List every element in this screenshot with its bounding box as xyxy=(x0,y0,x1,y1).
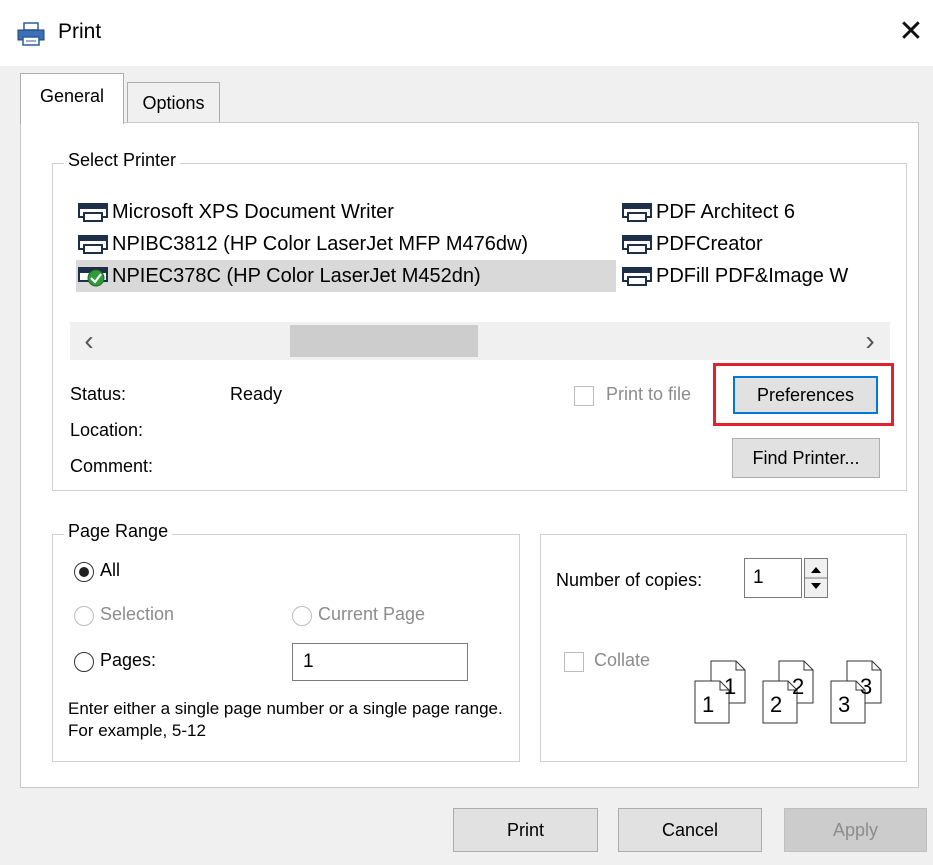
collate-pair-2: 2 2 xyxy=(756,660,818,724)
printer-list-scrollbar[interactable] xyxy=(70,322,890,360)
comment-label: Comment: xyxy=(70,456,154,476)
scroll-left-icon[interactable]: ‹ xyxy=(74,322,104,360)
print-to-file-checkbox[interactable] xyxy=(574,386,594,406)
collate-checkbox[interactable] xyxy=(564,652,584,672)
apply-button[interactable]: Apply xyxy=(784,808,927,852)
status-value: Ready xyxy=(230,384,283,404)
all-label: All xyxy=(100,560,121,580)
printer-icon xyxy=(78,235,108,254)
all-radio[interactable] xyxy=(74,562,94,582)
selection-label: Selection xyxy=(100,604,175,624)
page-number: 3 xyxy=(838,692,851,717)
printer-item-pdfill[interactable]: PDFill PDF&Image W xyxy=(620,260,848,292)
copies-group xyxy=(540,534,907,762)
page-range-hint: Enter either a single page number or a s… xyxy=(68,699,503,740)
current-page-label: Current Page xyxy=(318,604,426,624)
pages-input[interactable]: 1 xyxy=(292,643,468,681)
page-number: 1 xyxy=(724,674,737,699)
printer-name: PDF Architect 6 xyxy=(656,201,795,223)
page-range-legend: Page Range xyxy=(64,521,173,542)
tab-options[interactable]: Options xyxy=(127,82,220,122)
current-page-radio[interactable] xyxy=(292,606,312,626)
printer-name: PDFill PDF&Image W xyxy=(656,265,849,287)
status-label: Status: xyxy=(70,384,127,404)
preferences-button[interactable]: Preferences xyxy=(733,376,878,414)
printer-item-microsoft-xps[interactable]: Microsoft XPS Document Writer xyxy=(76,196,616,228)
page-number: 1 xyxy=(702,692,715,717)
find-printer-button[interactable]: Find Printer... xyxy=(732,438,880,478)
window-title: Print xyxy=(58,20,102,43)
copies-label: Number of copies: xyxy=(556,570,703,590)
collate-pair-1: 1 1 xyxy=(688,660,750,724)
printer-icon xyxy=(622,235,652,254)
page-number: 2 xyxy=(770,692,783,717)
print-to-file-label: Print to file xyxy=(606,384,692,404)
printer-item-npibc3812[interactable]: NPIBC3812 (HP Color LaserJet MFP M476dw) xyxy=(76,228,616,260)
printer-icon xyxy=(622,203,652,222)
page-number: 2 xyxy=(792,674,805,699)
printer-name: PDFCreator xyxy=(656,233,763,255)
scrollbar-thumb[interactable] xyxy=(290,325,478,357)
collate-pair-3: 3 3 xyxy=(824,660,886,724)
close-icon[interactable]: ✕ xyxy=(896,14,926,50)
scroll-right-icon[interactable]: › xyxy=(855,322,885,360)
pages-radio[interactable] xyxy=(74,652,94,672)
location-label: Location: xyxy=(70,420,144,440)
page-number: 3 xyxy=(860,674,873,699)
printer-name: NPIBC3812 (HP Color LaserJet MFP M476dw) xyxy=(112,233,529,255)
printer-item-npiec378c[interactable]: NPIEC378C (HP Color LaserJet M452dn) xyxy=(76,260,616,292)
printer-name: Microsoft XPS Document Writer xyxy=(112,201,394,223)
title-bar xyxy=(0,0,933,66)
printer-icon xyxy=(17,22,45,46)
printer-icon xyxy=(622,267,652,286)
printer-icon xyxy=(78,203,108,222)
print-button[interactable]: Print xyxy=(453,808,598,852)
pages-label: Pages: xyxy=(100,650,157,670)
printer-item-pdfcreator[interactable]: PDFCreator xyxy=(620,228,848,260)
printer-list-col1: Microsoft XPS Document Writer NPIBC3812 … xyxy=(76,196,616,292)
printer-name: NPIEC378C (HP Color LaserJet M452dn) xyxy=(112,265,481,287)
select-printer-legend: Select Printer xyxy=(64,150,181,171)
copies-spinner[interactable] xyxy=(804,558,828,598)
printer-list-col2: PDF Architect 6 PDFCreator PDFill PDF&Im… xyxy=(620,196,848,292)
tab-general[interactable]: General xyxy=(20,73,124,124)
default-printer-icon xyxy=(78,267,108,287)
spinner-arrows-icon xyxy=(805,567,827,589)
printer-item-pdf-architect[interactable]: PDF Architect 6 xyxy=(620,196,848,228)
collate-label: Collate xyxy=(594,650,651,670)
collate-illustration: 1 1 2 2 3 3 xyxy=(688,660,888,726)
selection-radio[interactable] xyxy=(74,606,94,626)
cancel-button[interactable]: Cancel xyxy=(618,808,762,852)
copies-input[interactable]: 1 xyxy=(744,558,802,598)
